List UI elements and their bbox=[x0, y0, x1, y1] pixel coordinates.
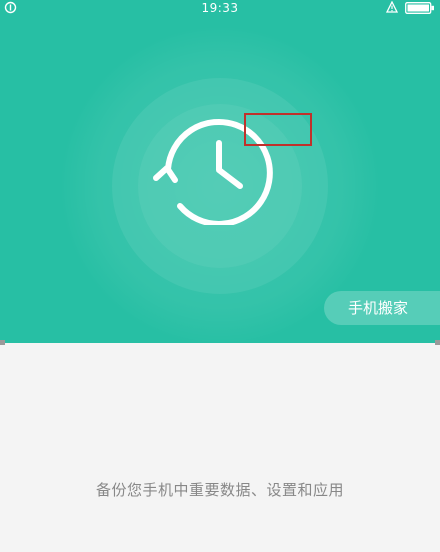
highlight-box bbox=[244, 113, 312, 146]
alert-icon bbox=[386, 1, 398, 13]
status-bar: 19:33 bbox=[0, 0, 440, 18]
battery-icon bbox=[405, 2, 434, 14]
status-time: 19:33 bbox=[201, 1, 239, 15]
backup-description: 备份您手机中重要数据、设置和应用 bbox=[95, 481, 344, 499]
phone-migration-button[interactable]: 手机搬家 bbox=[324, 291, 440, 325]
crop-handle-right bbox=[435, 340, 440, 345]
hero-banner: 19:33 手机搬家 bbox=[0, 0, 440, 343]
crop-handle-left bbox=[0, 340, 5, 345]
